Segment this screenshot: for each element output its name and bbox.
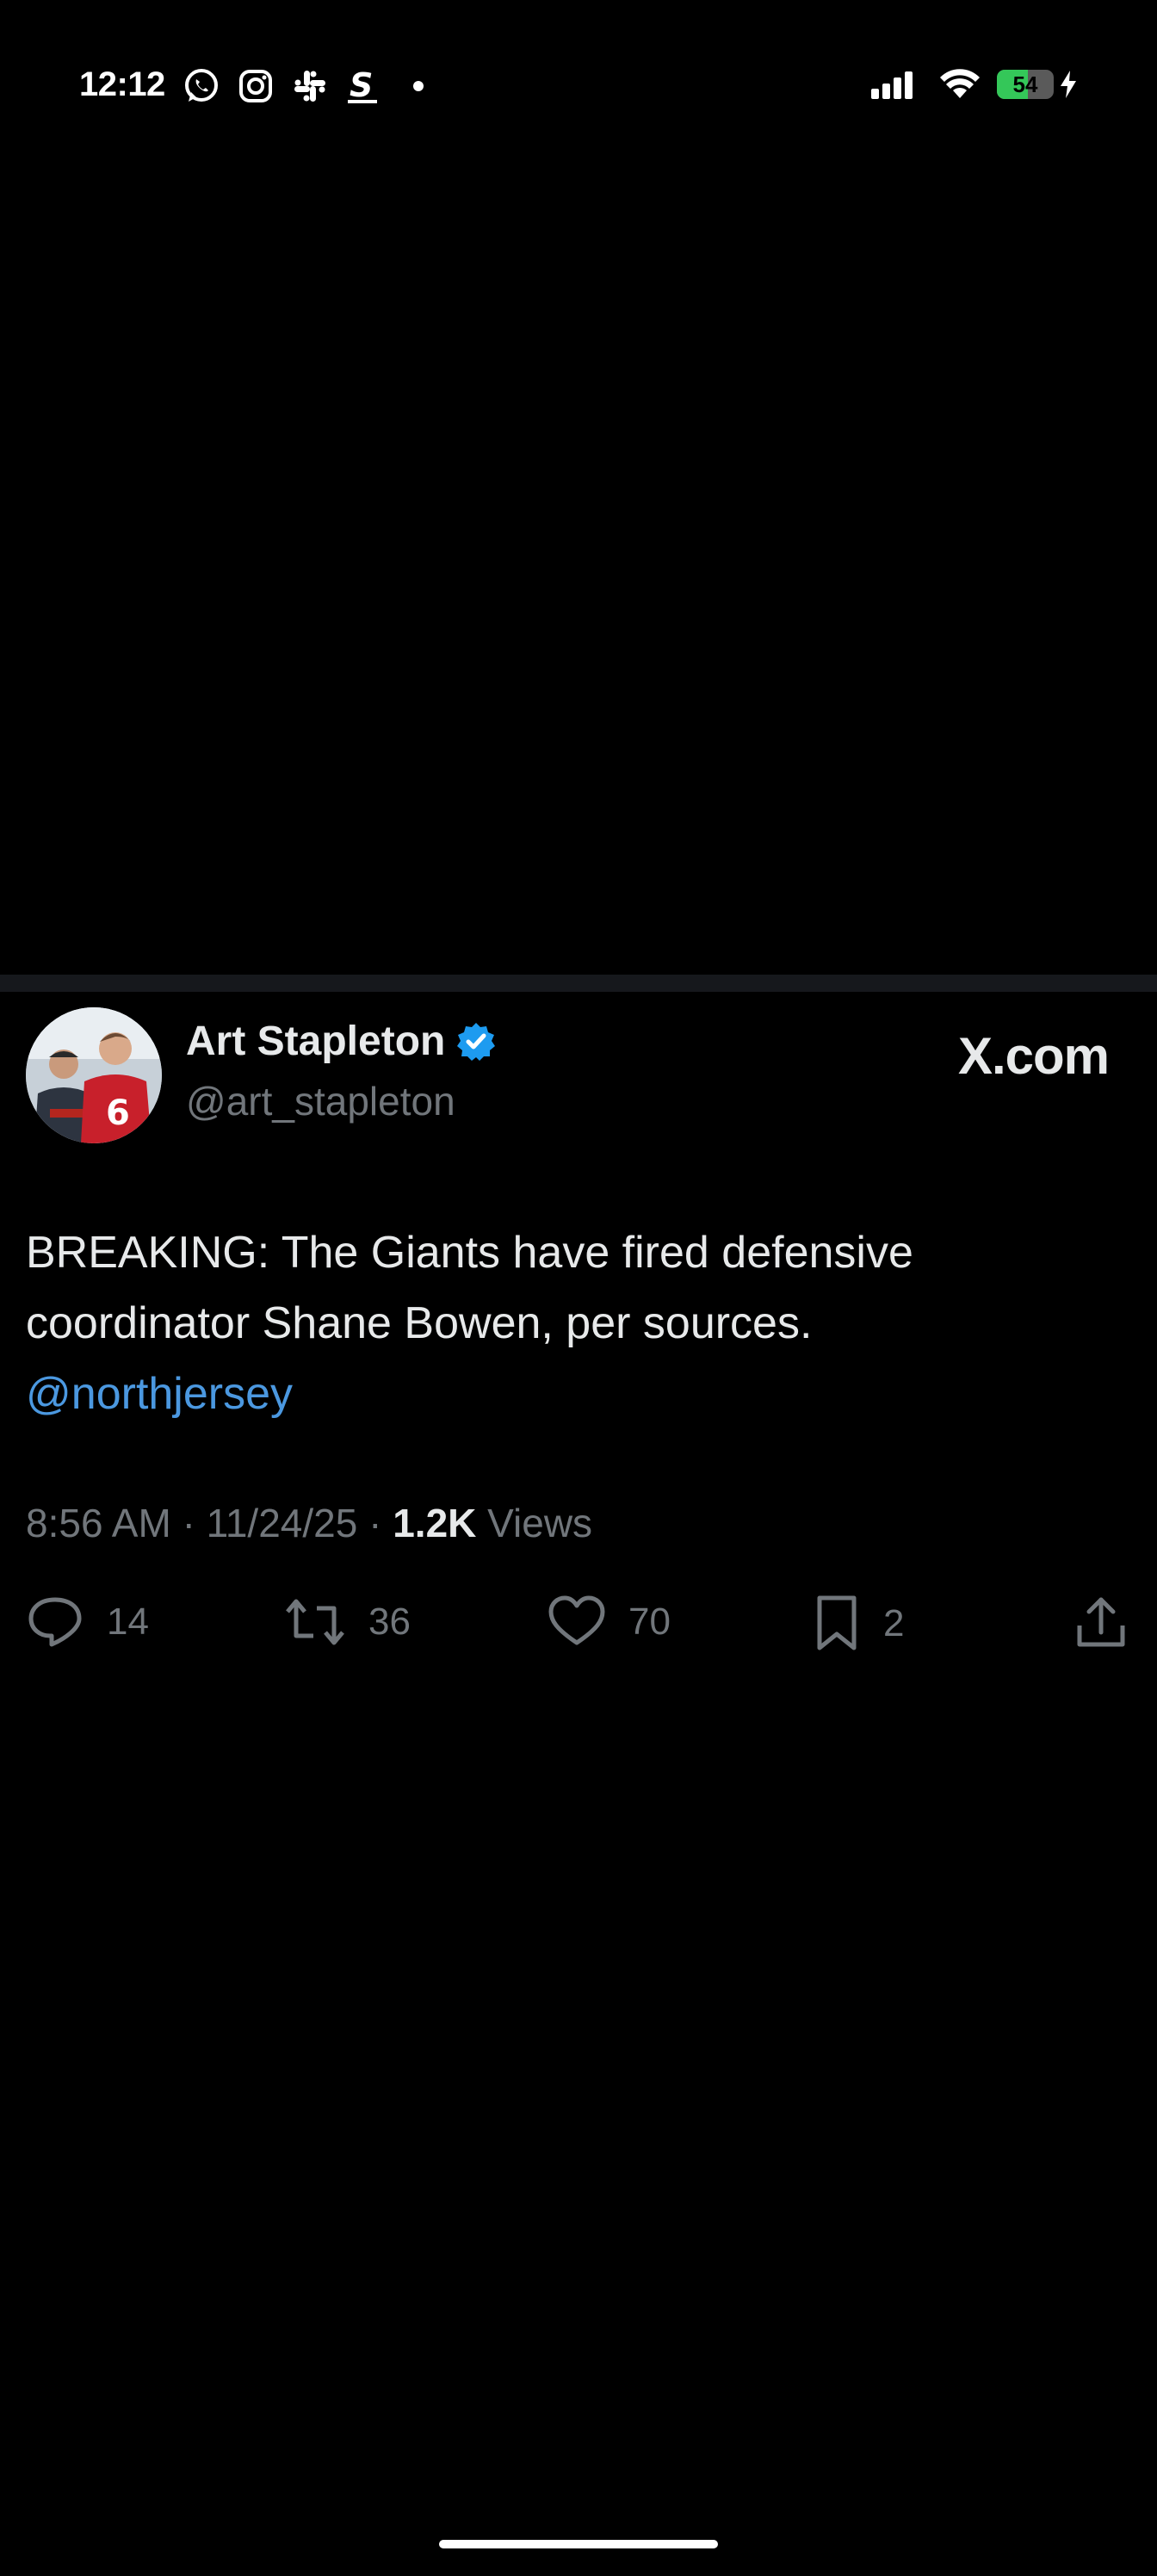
cellular-signal-icon	[871, 71, 913, 99]
mention-link[interactable]: @northjersey	[26, 1359, 1128, 1429]
meta-separator: ·	[368, 1501, 382, 1545]
like-count: 70	[628, 1601, 671, 1643]
avatar[interactable]: 6	[26, 1007, 162, 1143]
repost-count: 36	[368, 1601, 411, 1643]
tweet-date[interactable]: 11/24/25	[207, 1501, 358, 1545]
screen: 12:12 S 54 6 Art Stapleton @art_stapleto…	[0, 0, 1157, 2576]
reply-count: 14	[107, 1601, 149, 1643]
views-count: 1.2K	[393, 1501, 477, 1545]
like-button[interactable]: 70	[548, 1595, 671, 1650]
dot-indicator	[413, 81, 424, 91]
bookmark-button[interactable]: 2	[813, 1595, 904, 1653]
status-bar: 12:12 S 54	[0, 52, 1157, 121]
reply-button[interactable]: 14	[26, 1595, 149, 1650]
author-name[interactable]: Art Stapleton	[186, 1018, 445, 1065]
tweet-card[interactable]: 6 Art Stapleton @art_stapleton X.com BRE…	[0, 992, 1157, 1681]
avatar-photo: 6	[26, 1007, 162, 1143]
tweet-text-line-2: coordinator Shane Bowen, per sources.	[26, 1298, 813, 1348]
x-logo-text: X.com	[957, 1027, 1110, 1085]
svg-text:S: S	[350, 67, 373, 104]
tweet-meta: 8:56 AM · 11/24/25 · 1.2K Views	[26, 1500, 592, 1546]
share-icon	[1077, 1597, 1125, 1647]
battery-level: 54	[1012, 71, 1038, 97]
reply-icon	[28, 1597, 82, 1647]
tweet-text: BREAKING: The Giants have fired defensiv…	[26, 1217, 1128, 1429]
bookmark-count: 2	[883, 1602, 905, 1644]
home-indicator[interactable]	[439, 2540, 718, 2548]
action-bar: 14 36 70 2	[0, 1595, 1157, 1663]
bookmark-icon	[817, 1595, 857, 1650]
tweet-text-line-1: BREAKING: The Giants have fired defensiv…	[26, 1228, 913, 1278]
tweet-time[interactable]: 8:56 AM	[26, 1501, 171, 1545]
share-button[interactable]	[1074, 1595, 1128, 1650]
battery-icon: 54	[997, 70, 1054, 99]
wifi-icon	[940, 69, 980, 98]
svg-text:6: 6	[106, 1093, 130, 1133]
slack-icon	[294, 71, 325, 102]
card-top-divider	[0, 975, 1157, 992]
notification-icons: S	[183, 67, 424, 105]
charging-bolt-icon	[1061, 71, 1076, 98]
s-app-icon: S	[348, 67, 377, 104]
instagram-icon	[239, 70, 272, 102]
heart-icon	[548, 1595, 605, 1645]
author-handle[interactable]: @art_stapleton	[186, 1078, 455, 1124]
repost-icon	[286, 1599, 344, 1645]
status-time: 12:12	[79, 65, 165, 103]
author-name-row[interactable]: Art Stapleton	[186, 1018, 497, 1065]
repost-button[interactable]: 36	[284, 1595, 411, 1650]
system-status: 54	[869, 69, 1078, 100]
whatsapp-icon	[185, 69, 218, 102]
verified-badge-icon	[457, 1022, 496, 1061]
x-com-logo[interactable]: X.com	[957, 1026, 1110, 1086]
meta-separator: ·	[182, 1501, 195, 1545]
views-label: Views	[487, 1501, 593, 1545]
